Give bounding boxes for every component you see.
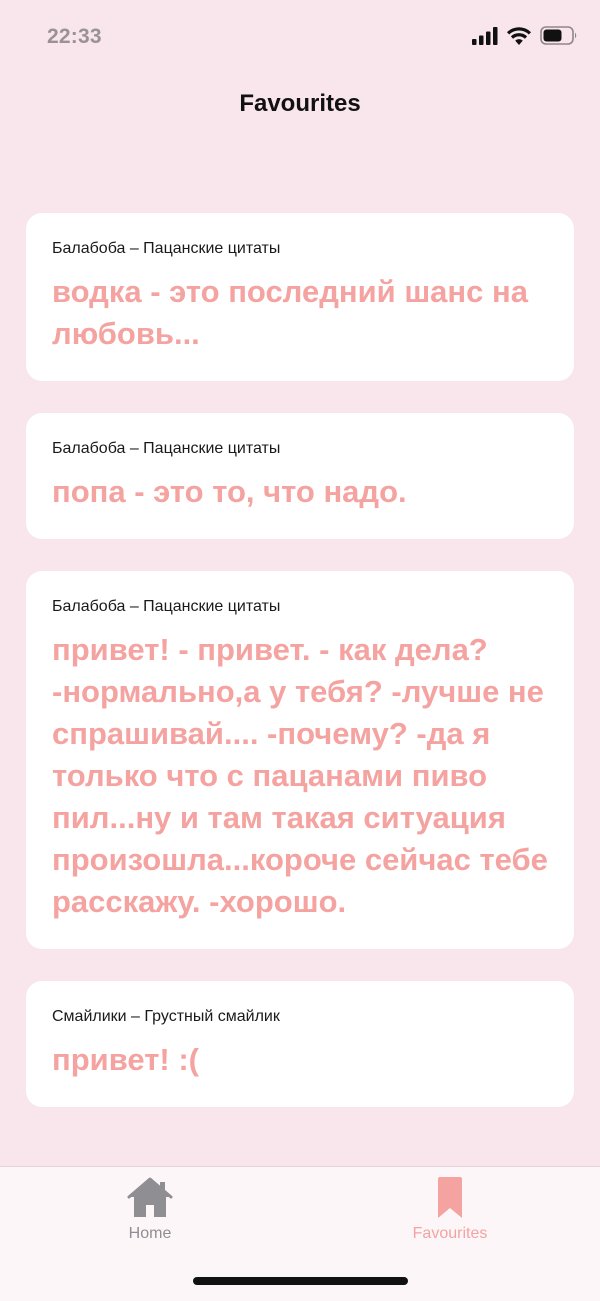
- card-source: Балабоба – Пацанские цитаты: [52, 240, 281, 257]
- status-bar: 22:33: [0, 0, 600, 75]
- tab-home-label: Home: [128, 1225, 172, 1242]
- wifi-icon: [507, 26, 531, 45]
- cellular-signal-icon: [472, 26, 498, 45]
- page-title: Favourites: [239, 90, 361, 117]
- card-quote: привет! :(: [52, 1042, 199, 1077]
- favourite-card[interactable]: Балабоба – Пацанские цитаты привет! - пр…: [26, 571, 574, 949]
- favourite-card[interactable]: Балабоба – Пацанские цитаты водка - это …: [26, 213, 574, 381]
- card-quote: привет! - привет. - как дела? -нормально…: [52, 632, 548, 919]
- status-icons: [472, 26, 578, 45]
- card-quote: попа - это то, что надо.: [52, 474, 407, 509]
- card-source: Смайлики – Грустный смайлик: [52, 1008, 280, 1025]
- tab-home[interactable]: Home: [70, 1177, 230, 1243]
- card-quote: водка - это последний шанс на любовь...: [52, 274, 528, 351]
- favourite-card[interactable]: Смайлики – Грустный смайлик привет! :(: [26, 981, 574, 1107]
- tab-favourites[interactable]: Favourites: [370, 1177, 530, 1243]
- favourite-card[interactable]: Балабоба – Пацанские цитаты попа - это т…: [26, 413, 574, 539]
- home-indicator[interactable]: [193, 1277, 408, 1285]
- card-source: Балабоба – Пацанские цитаты: [52, 440, 281, 457]
- bookmark-icon: [438, 1177, 462, 1218]
- tab-favourites-label: Favourites: [412, 1225, 488, 1242]
- battery-icon: [540, 26, 577, 45]
- house-icon: [127, 1177, 173, 1217]
- favourites-list: Балабоба – Пацанские цитаты водка - это …: [26, 213, 574, 1139]
- card-source: Балабоба – Пацанские цитаты: [52, 598, 281, 615]
- status-time: 22:33: [47, 25, 102, 48]
